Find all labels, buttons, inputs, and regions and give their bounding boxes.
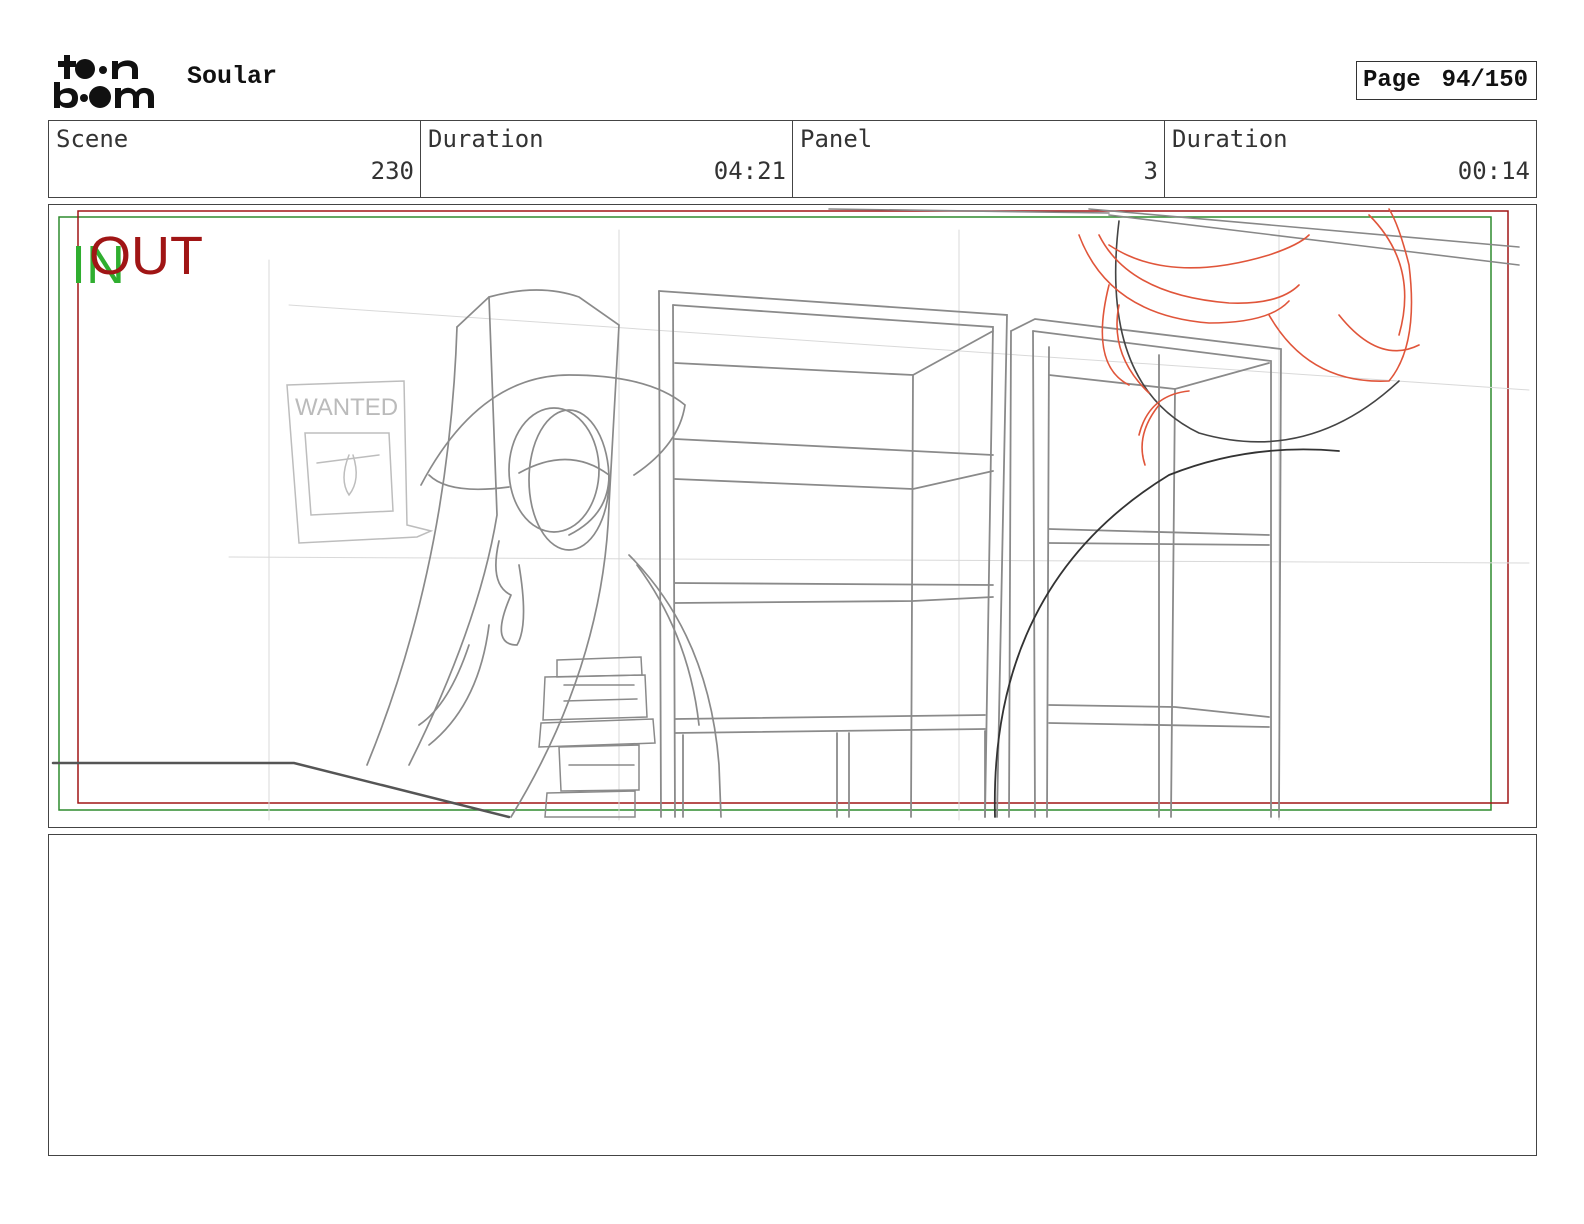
panel-duration-cell: Duration 00:14 [1165, 121, 1536, 197]
scene-cell: Scene 230 [49, 121, 421, 197]
accent-sketch [1078, 208, 1420, 466]
project-title: Soular [187, 62, 278, 91]
page-number: 94/150 [1441, 67, 1528, 94]
character-sketch [366, 289, 722, 818]
scene-label: Scene [56, 125, 129, 153]
panel-label: Panel [800, 125, 873, 153]
out-marker: OUT [89, 226, 203, 286]
bookshelf-left [658, 290, 1008, 818]
page-indicator: Page 94/150 [1356, 61, 1537, 100]
panel-duration-value: 00:14 [1457, 157, 1530, 185]
page-label: Page [1363, 67, 1421, 94]
panel-notes-box[interactable] [48, 834, 1537, 1156]
panel-cell: Panel 3 [793, 121, 1165, 197]
panel-duration-label: Duration [1172, 125, 1288, 153]
scene-duration-value: 04:21 [713, 157, 786, 185]
wanted-poster: WANTED [286, 380, 434, 544]
bookshelf-right [1008, 318, 1282, 818]
scene-info-row: Scene 230 Duration 04:21 Panel 3 Duratio… [48, 120, 1537, 198]
in-frame [58, 216, 1492, 811]
scene-value: 230 [370, 157, 414, 185]
poster-text: WANTED [295, 394, 398, 421]
storyboard-panel[interactable]: WANTED IN OUT [48, 204, 1537, 828]
book-stack [538, 656, 656, 818]
panel-value: 3 [1143, 157, 1158, 185]
panel-sketch: WANTED [51, 208, 1530, 821]
toon-boom-logo-icon [54, 55, 154, 108]
scene-duration-cell: Duration 04:21 [421, 121, 793, 197]
scene-duration-label: Duration [428, 125, 544, 153]
